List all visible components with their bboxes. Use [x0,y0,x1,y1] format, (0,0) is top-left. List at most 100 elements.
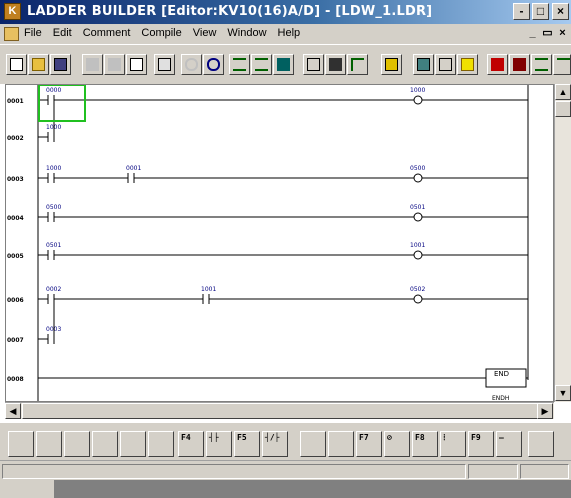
ladder-diagram[interactable]: 0001000010000002100000031000000105000004… [6,85,554,402]
minimize-button[interactable]: - [513,3,530,20]
coil-address-label: 1000 [410,87,425,94]
menu-window[interactable]: Window [227,27,266,39]
menu-comment[interactable]: Comment [83,27,131,39]
vertical-scroll-thumb[interactable] [555,101,571,117]
find-icon [307,58,320,71]
ladder-builder-app-icon[interactable]: K [4,3,21,20]
undo-icon [185,58,198,71]
fkey-blank-8[interactable] [328,431,354,457]
fkey-blank-9[interactable] [528,431,554,457]
new-button[interactable] [6,54,27,75]
insert-column-icon [255,58,268,71]
fkey-blank-4[interactable] [92,431,118,457]
rung-line-number: 0008 [7,376,24,383]
save-button[interactable] [50,54,71,75]
scroll-left-button[interactable]: ◀ [5,403,21,419]
replace-button[interactable] [347,54,368,75]
fkey-blank-1[interactable] [8,431,34,457]
rung-line-number: 0007 [7,337,24,344]
vertical-line-icon: ⁞ [443,433,446,442]
fkey-blank-2[interactable] [36,431,62,457]
coil-address-label: 0501 [410,204,425,211]
contact-address-label: 0000 [46,87,61,94]
copy-icon [108,58,121,71]
fkey-f9-button[interactable]: F9 [468,431,494,457]
device-button[interactable] [435,54,456,75]
mdi-close-button[interactable]: × [556,27,569,40]
taskbar [0,480,571,498]
monitor-button[interactable] [273,54,294,75]
paste-button[interactable] [126,54,147,75]
coil[interactable] [413,294,423,304]
insert-line-button[interactable] [229,54,250,75]
insert-column-button[interactable] [251,54,272,75]
parallel-contact-icon: ┤├ [209,433,219,442]
nc-coil-button[interactable]: ⊘ [384,431,410,457]
fkey-f8-button[interactable]: F8 [412,431,438,457]
parallel-contact-button[interactable]: ┤├ [206,431,232,457]
open-icon [32,58,45,71]
fkey-blank-6[interactable] [148,431,174,457]
coil[interactable] [413,95,423,105]
window-title: LADDER BUILDER [Editor:KV10(16)A/D] - [L… [27,4,433,19]
cut-button[interactable] [82,54,103,75]
coil[interactable] [413,212,423,222]
fkey-f4-button[interactable]: F4 [178,431,204,457]
print-icon [158,58,171,71]
fkey-f7-button[interactable]: F7 [356,431,382,457]
vertical-scrollbar[interactable]: ▲ ▼ [554,84,571,402]
open-button[interactable] [28,54,49,75]
menu-compile[interactable]: Compile [141,27,181,39]
maximize-button[interactable]: □ [532,3,549,20]
search-button[interactable] [325,54,346,75]
taskbar-window-button[interactable] [54,480,571,498]
insert-line-icon [233,58,246,71]
copy-button[interactable] [104,54,125,75]
mdi-restore-button[interactable]: ▭ [541,27,554,40]
rung-line-number: 0005 [7,253,24,260]
fkey-f5-button[interactable]: F5 [234,431,260,457]
document-icon[interactable] [4,27,19,41]
menu-edit[interactable]: Edit [53,27,72,39]
transfer-button[interactable] [509,54,530,75]
print-button[interactable] [154,54,175,75]
title-bar: K LADDER BUILDER [Editor:KV10(16)A/D] - … [0,0,571,24]
scroll-up-button[interactable]: ▲ [555,84,571,100]
menu-view[interactable]: View [193,27,217,39]
redo-button[interactable] [203,54,224,75]
fkey-blank-5[interactable] [120,431,146,457]
nc-contact-button[interactable]: ┤/├ [262,431,288,457]
ladder-editor[interactable]: 0001000010000002100000031000000105000004… [5,84,554,402]
find-button[interactable] [303,54,324,75]
verify-button[interactable] [531,54,552,75]
comment-button[interactable] [553,54,571,75]
nc-contact-icon: ┤/├ [265,433,280,442]
menu-help[interactable]: Help [278,27,301,39]
vertical-line-button[interactable]: ⁞ [440,431,466,457]
end-instruction-label: END [494,370,509,378]
compile-button[interactable] [381,54,402,75]
new-icon [10,58,23,71]
scroll-down-button[interactable]: ▼ [555,385,571,401]
menu-file[interactable]: File [24,27,42,39]
online-edit-button[interactable] [487,54,508,75]
rung-line-number: 0006 [7,297,24,304]
horizontal-line-button[interactable]: — [496,431,522,457]
scroll-right-button[interactable]: ▶ [537,403,553,419]
online-edit-icon [491,58,504,71]
mdi-minimize-button[interactable]: _ [526,27,539,40]
fkey-blank-3[interactable] [64,431,90,457]
help-button[interactable] [457,54,478,75]
function-key-bar: F4 ┤├ F5 ┤/├ F7 ⊘ F8 ⁞ F9 — [0,422,571,460]
coil[interactable] [413,173,423,183]
endh-instruction-label: ENDH [492,395,509,402]
close-button[interactable]: × [552,3,569,20]
horizontal-scrollbar[interactable]: ◀ ▶ [5,402,554,419]
coil[interactable] [413,250,423,260]
rung-list-button[interactable] [413,54,434,75]
save-icon [54,58,67,71]
horizontal-scroll-thumb[interactable] [22,403,540,419]
undo-button[interactable] [181,54,202,75]
nc-coil-icon: ⊘ [387,433,392,442]
fkey-blank-7[interactable] [300,431,326,457]
